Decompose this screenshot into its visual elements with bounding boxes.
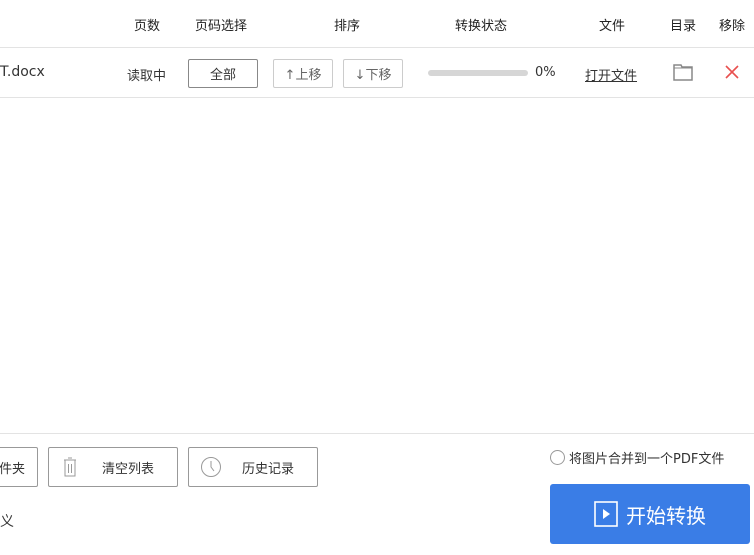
move-up-button[interactable]: ↑上移 [273,59,333,88]
move-down-button[interactable]: ↓下移 [343,59,403,88]
page-count: 读取中 [127,69,167,84]
start-convert-button[interactable]: 开始转换 [550,484,750,544]
remove-icon[interactable] [725,65,739,83]
radio-icon[interactable] [550,450,565,465]
progress-bar [428,70,528,76]
header-pages: 页数 [134,19,161,34]
history-button[interactable]: 历史记录 [188,447,318,487]
open-file-link[interactable]: 打开文件 [585,65,637,84]
clear-list-label: 清空列表 [101,461,154,477]
divider [0,47,754,48]
add-folder-button[interactable]: 件夹 [0,447,38,487]
merge-pdf-label: 将图片合并到一个PDF文件 [569,452,725,467]
trash-icon [63,457,77,481]
divider [0,433,754,434]
clear-list-button[interactable]: 清空列表 [48,447,178,487]
start-convert-label: 开始转换 [626,503,706,528]
header-page-select: 页码选择 [195,19,248,34]
progress-text: 0% [535,65,556,80]
divider [0,97,754,98]
play-icon [594,501,618,527]
page-select-button[interactable]: 全部 [188,59,258,88]
header-folder: 目录 [670,19,697,34]
merge-pdf-option[interactable]: 将图片合并到一个PDF文件 [550,448,724,467]
header-remove: 移除 [719,19,746,34]
header-order: 排序 [334,19,361,34]
history-label: 历史记录 [241,461,294,477]
custom-label: 义 [0,514,14,530]
file-name: T.docx [0,64,45,80]
folder-icon[interactable] [673,63,693,85]
header-file: 文件 [599,19,626,34]
header-status: 转换状态 [455,19,508,34]
clock-icon [200,456,222,482]
